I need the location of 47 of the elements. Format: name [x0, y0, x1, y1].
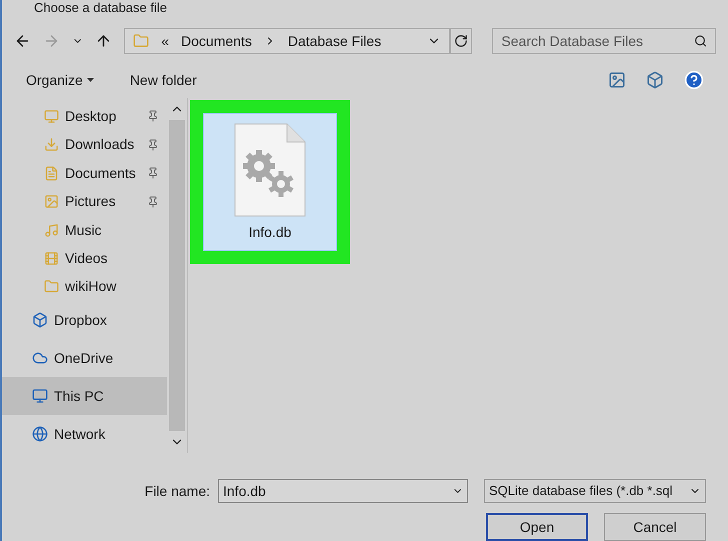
- view-icon[interactable]: [608, 71, 626, 89]
- pin-icon: [147, 110, 159, 122]
- computer-icon: [32, 388, 48, 404]
- picture-folder-icon: [44, 194, 59, 210]
- box-icon: [32, 312, 48, 328]
- film-folder-icon: [44, 250, 59, 266]
- cancel-button[interactable]: Cancel: [604, 513, 706, 541]
- sidebar-item[interactable]: Music: [2, 216, 167, 244]
- document-folder-icon: [44, 166, 59, 181]
- search-icon: [694, 34, 707, 48]
- address-bar[interactable]: « Documents Database Files: [124, 28, 450, 54]
- sidebar-item[interactable]: wikiHow: [2, 272, 167, 302]
- window-title: Choose a database file: [33, 0, 167, 15]
- pin-icon: [147, 196, 159, 208]
- sidebar-item[interactable]: Desktop: [2, 102, 167, 130]
- pin-icon: [147, 138, 159, 151]
- monitor-folder-icon: [44, 108, 59, 124]
- sidebar-item[interactable]: Videos: [2, 244, 167, 273]
- file-item[interactable]: Info.db: [203, 113, 337, 251]
- refresh-icon: [454, 34, 468, 48]
- cloud-icon: [32, 350, 48, 366]
- new-folder-button[interactable]: New folder: [130, 70, 197, 90]
- breadcrumb[interactable]: Documents: [181, 30, 252, 52]
- breadcrumb[interactable]: «: [161, 30, 170, 52]
- sidebar-item[interactable]: Dropbox: [2, 301, 167, 340]
- help-icon[interactable]: [684, 70, 704, 90]
- open-button[interactable]: Open: [486, 513, 588, 541]
- folder-icon: [133, 33, 150, 49]
- file-name-label: File name:: [144, 482, 210, 500]
- sidebar-item[interactable]: Network: [2, 415, 167, 453]
- sidebar-item[interactable]: This PC: [2, 377, 167, 416]
- globe-icon: [32, 426, 48, 442]
- download-folder-icon: [44, 137, 59, 152]
- caret-icon: [86, 78, 94, 82]
- sidebar-item[interactable]: Downloads: [2, 130, 167, 159]
- refresh-button[interactable]: [450, 28, 472, 54]
- pin-icon: [147, 167, 159, 180]
- sidebar-item[interactable]: Documents: [2, 158, 167, 188]
- breadcrumb[interactable]: Database Files: [288, 30, 382, 52]
- search-field[interactable]: Search Database Files: [492, 28, 716, 54]
- sidebar-item[interactable]: Pictures: [2, 187, 167, 216]
- file-name-field[interactable]: Info.db: [218, 479, 468, 503]
- music-folder-icon: [44, 222, 59, 238]
- organize-menu[interactable]: Organize: [26, 70, 94, 90]
- file-type-dropdown[interactable]: SQLite database files (*.db *.sql: [484, 479, 706, 503]
- sidebar-item[interactable]: OneDrive: [2, 339, 167, 378]
- folder-icon: [44, 279, 59, 294]
